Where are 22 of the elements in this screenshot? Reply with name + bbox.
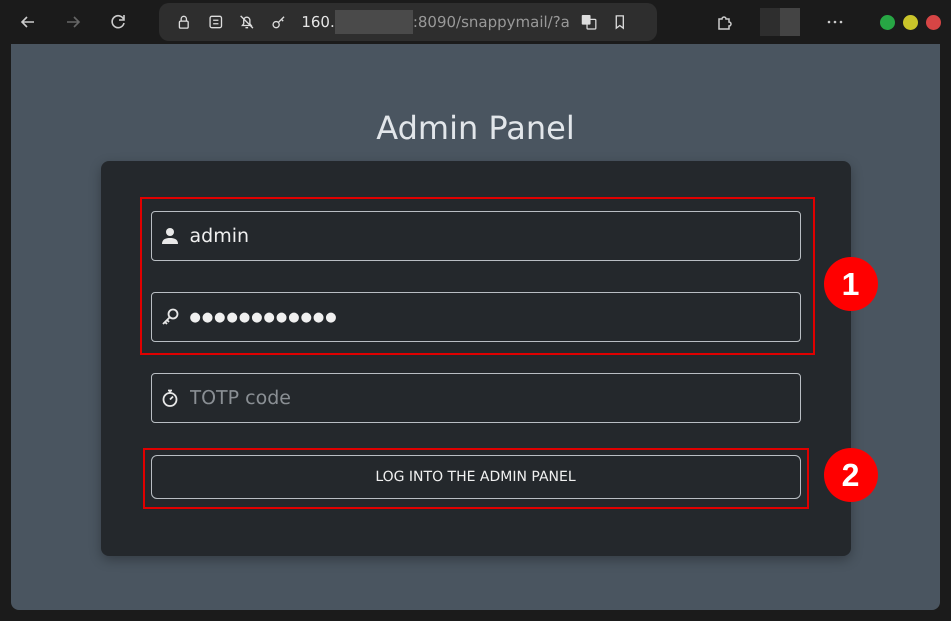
close-button[interactable] [926, 14, 941, 30]
stopwatch-icon [160, 388, 180, 408]
text-field[interactable]: admin [150, 211, 800, 261]
text-field[interactable]: ●●●●●●●●●●●● [150, 292, 800, 342]
key-icon [160, 307, 180, 327]
input-field[interactable]: TOTP code [190, 387, 792, 409]
address-bar[interactable]: 160. :8090/snappymail/?a [159, 3, 657, 41]
muted-bell-icon[interactable] [238, 13, 256, 31]
translate-icon[interactable] [580, 13, 598, 31]
page-title: Admin Panel [376, 108, 575, 149]
app-icon[interactable] [206, 13, 224, 31]
maximize-button[interactable] [903, 14, 918, 30]
minimize-button[interactable] [880, 14, 895, 30]
annotation-badge: 2 [824, 448, 878, 502]
url-text[interactable]: 160. [301, 13, 335, 31]
login-button[interactable]: LOG INTO THE ADMIN PANEL [150, 455, 800, 499]
url-text[interactable]: :8090/snappymail/?a [412, 13, 570, 31]
text-field[interactable]: TOTP code [150, 373, 800, 423]
input-field[interactable]: admin [190, 225, 792, 247]
annotation-badge: 1 [824, 257, 878, 311]
input-field[interactable]: ●●●●●●●●●●●● [190, 310, 792, 324]
user-icon [160, 226, 180, 246]
